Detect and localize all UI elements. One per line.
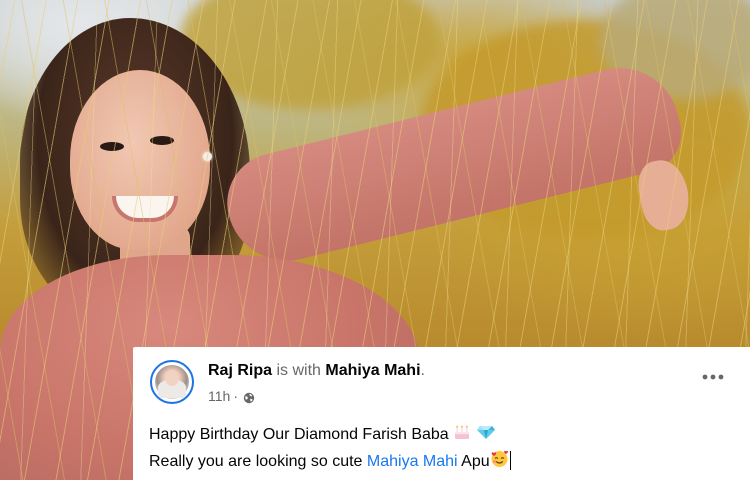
photo-earring [203,152,212,161]
post-header: Raj Ripa is with Mahiya Mahi. [208,361,425,381]
meta-separator: · [233,388,238,404]
more-options-icon [702,374,724,380]
post-line-2-text: Really you are looking so cute [149,453,363,470]
tagged-suffix: . [420,362,425,379]
post-card: Raj Ripa is with Mahiya Mahi. 11h · Happ… [133,347,750,480]
post-text-line-1: Happy Birthday Our Diamond Farish Baba [149,423,511,449]
photo-eye [150,136,174,145]
author-avatar[interactable] [150,360,194,404]
post-text-line-2: Really you are looking so cute Mahiya Ma… [149,449,511,476]
with-text: is with [276,362,321,379]
screenshot-stage: Raj Ripa is with Mahiya Mahi. 11h · Happ… [0,0,750,480]
post-text: Happy Birthday Our Diamond Farish Baba R… [149,423,511,476]
smiling-face-with-hearts-emoji [490,449,509,476]
text-cursor [509,451,511,470]
post-meta: 11h · [208,387,255,405]
post-line-2-suffix: Apu [461,453,490,470]
post-line-1-text: Happy Birthday Our Diamond Farish Baba [149,426,449,443]
photo-eye [100,142,124,151]
avatar-face [165,370,179,386]
author-name[interactable]: Raj Ripa [208,362,272,379]
tagged-user-link[interactable]: Mahiya Mahi [325,362,420,379]
globe-icon[interactable] [243,390,255,404]
more-options-button[interactable] [700,369,726,385]
photo-face [70,70,210,250]
mention-link[interactable]: Mahiya Mahi [367,453,458,470]
gem-emoji [476,423,496,449]
birthday-cake-emoji [453,423,471,449]
post-timestamp[interactable]: 11h [208,387,230,405]
